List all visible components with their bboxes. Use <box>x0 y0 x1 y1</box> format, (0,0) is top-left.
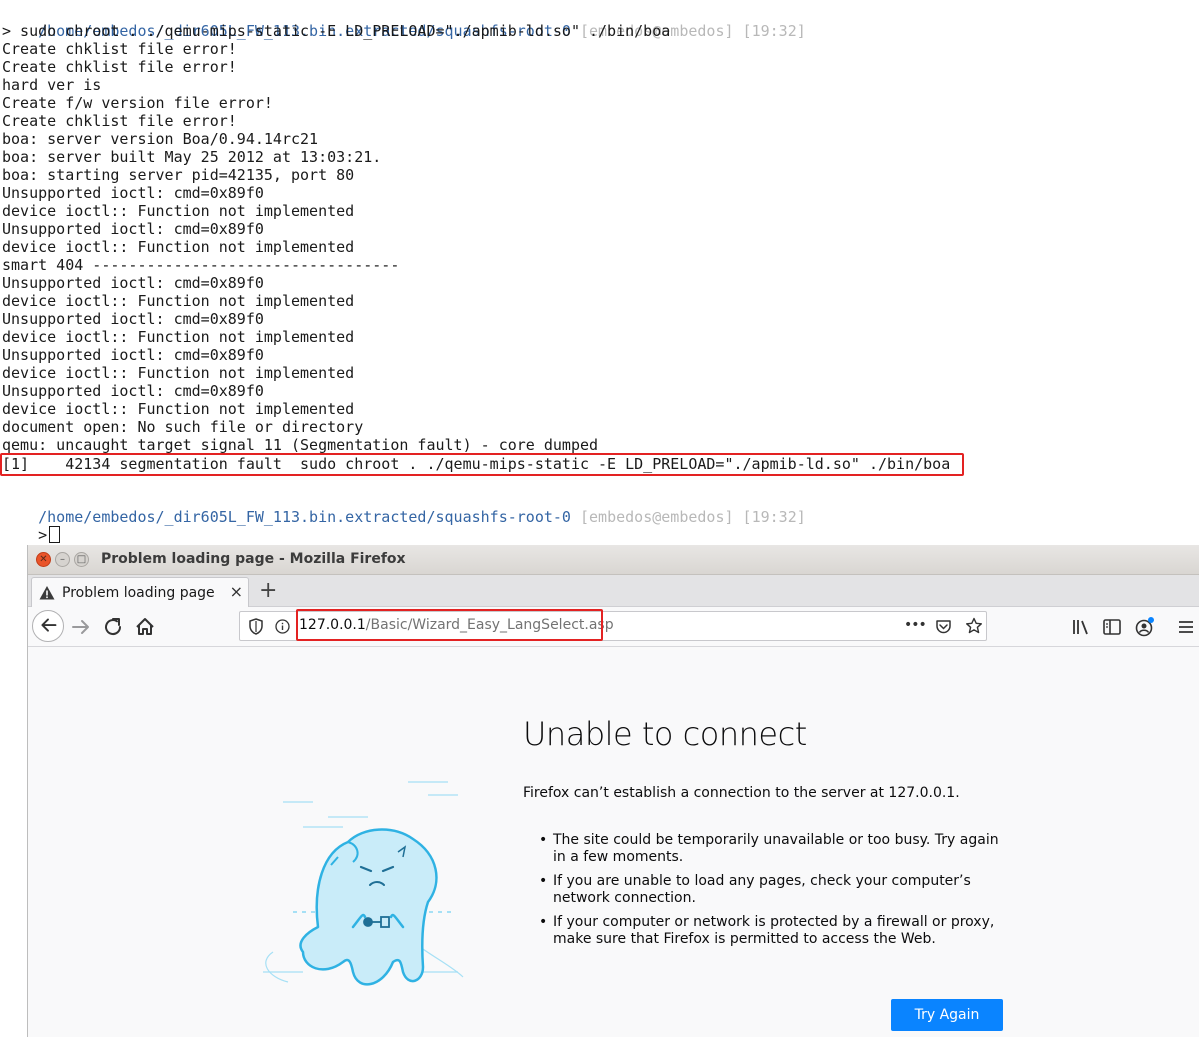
site-info-icon[interactable] <box>275 619 290 634</box>
terminal-output-line: device ioctl:: Function not implemented <box>2 202 355 220</box>
terminal-output-line: Create chklist file error! <box>2 58 237 76</box>
terminal-output-line: device ioctl:: Function not implemented <box>2 364 355 382</box>
terminal-output-line: Unsupported ioctl: cmd=0x89f0 <box>2 382 264 400</box>
terminal-output-line: boa: server built May 25 2012 at 13:03:2… <box>2 148 382 166</box>
terminal-output-line: device ioctl:: Function not implemented <box>2 328 355 346</box>
prompt-time: [19:32] <box>742 22 806 40</box>
account-icon[interactable] <box>1131 614 1157 640</box>
window-minimize-button[interactable]: – <box>55 552 70 567</box>
sidebar-icon[interactable] <box>1099 614 1125 640</box>
pocket-icon[interactable] <box>935 618 952 635</box>
prompt-user: [embedos@embedos] <box>579 508 734 526</box>
terminal-output-line: boa: starting server pid=42135, port 80 <box>2 166 355 184</box>
tab-problem-loading[interactable]: Problem loading page × <box>31 577 249 607</box>
prompt-time: [19:32] <box>742 508 806 526</box>
terminal-output-line: device ioctl:: Function not implemented <box>2 292 355 310</box>
error-title: Unable to connect <box>523 715 807 753</box>
input-prompt: > <box>38 526 48 544</box>
disconnected-dino-illustration <box>263 781 464 986</box>
terminal-output-line: Unsupported ioctl: cmd=0x89f0 <box>2 346 264 364</box>
prompt-path: /home/embedos/_dir605L_FW_113.bin.extrac… <box>38 508 571 526</box>
tab-close-button[interactable]: × <box>230 582 243 601</box>
tracking-shield-icon[interactable] <box>248 618 264 635</box>
error-description: Firefox can’t establish a connection to … <box>523 785 960 801</box>
terminal-output-line: Create chklist file error! <box>2 112 237 130</box>
list-item: If you are unable to load any pages, che… <box>523 873 1008 907</box>
close-icon: ✕ <box>39 554 48 565</box>
terminal-output-line: hard ver is <box>2 76 102 94</box>
url-highlight-box <box>296 609 603 641</box>
minimize-icon: – <box>60 554 65 565</box>
terminal-output-line: device ioctl:: Function not implemented <box>2 400 355 418</box>
back-button[interactable] <box>32 610 64 642</box>
forward-arrow-icon[interactable] <box>68 614 94 640</box>
error-suggestions-list: The site could be temporarily unavailabl… <box>523 832 1008 955</box>
hamburger-menu-icon[interactable] <box>1173 614 1199 640</box>
window-maximize-button[interactable]: □ <box>74 552 89 567</box>
home-icon[interactable] <box>132 614 158 640</box>
terminal-output-line: qemu: uncaught target signal 11 (Segment… <box>2 436 599 454</box>
terminal-fault-line: [1] 42134 segmentation fault sudo chroot… <box>2 455 951 473</box>
terminal-cursor <box>49 526 61 543</box>
terminal-prompt-line: /home/embedos/_dir605L_FW_113.bin.extrac… <box>2 4 806 40</box>
terminal-window: /home/embedos/_dir605L_FW_113.bin.extrac… <box>0 0 1199 545</box>
warning-icon <box>39 586 55 600</box>
terminal-output-line: boa: server version Boa/0.94.14rc21 <box>2 130 319 148</box>
window-title: Problem loading page - Mozilla Firefox <box>101 551 406 567</box>
terminal-output-line: Unsupported ioctl: cmd=0x89f0 <box>2 310 264 328</box>
library-icon[interactable] <box>1068 614 1094 640</box>
firefox-window: ✕ – □ Problem loading page - Mozilla Fir… <box>27 545 1199 1037</box>
terminal-input-line[interactable]: > <box>2 508 61 544</box>
window-close-button[interactable]: ✕ <box>36 552 51 567</box>
maximize-icon: □ <box>76 554 87 565</box>
list-item: The site could be temporarily unavailabl… <box>523 832 1008 866</box>
terminal-output-line: Create f/w version file error! <box>2 94 273 112</box>
terminal-output-line: document open: No such file or directory <box>2 418 364 436</box>
try-again-button[interactable]: Try Again <box>891 999 1003 1031</box>
bookmark-star-icon[interactable] <box>965 617 983 635</box>
new-tab-button[interactable]: + <box>259 578 277 603</box>
window-titlebar: ✕ – □ Problem loading page - Mozilla Fir… <box>28 545 1199 575</box>
navigation-toolbar: 127.0.0.1/Basic/Wizard_Easy_LangSelect.a… <box>28 607 1199 647</box>
page-actions-menu-button[interactable]: ••• <box>904 617 927 633</box>
tab-label: Problem loading page <box>62 585 215 601</box>
error-page-content: Unable to connect Firefox can’t establis… <box>28 647 1199 1037</box>
terminal-output-line: device ioctl:: Function not implemented <box>2 238 355 256</box>
tab-bar: Problem loading page × + <box>28 575 1199 607</box>
terminal-output-line: Create chklist file error! <box>2 40 237 58</box>
terminal-output-line: smart 404 ------------------------------… <box>2 256 400 274</box>
list-item: If your computer or network is protected… <box>523 914 1008 948</box>
terminal-output-line: Unsupported ioctl: cmd=0x89f0 <box>2 184 264 202</box>
terminal-output-line: Unsupported ioctl: cmd=0x89f0 <box>2 274 264 292</box>
reload-icon[interactable] <box>100 614 126 640</box>
back-arrow-icon <box>41 618 57 632</box>
terminal-second-prompt: /home/embedos/_dir605L_FW_113.bin.extrac… <box>2 490 806 526</box>
terminal-command: > sudo chroot . ./qemu-mips-static -E LD… <box>2 22 671 40</box>
terminal-output-line: Unsupported ioctl: cmd=0x89f0 <box>2 220 264 238</box>
